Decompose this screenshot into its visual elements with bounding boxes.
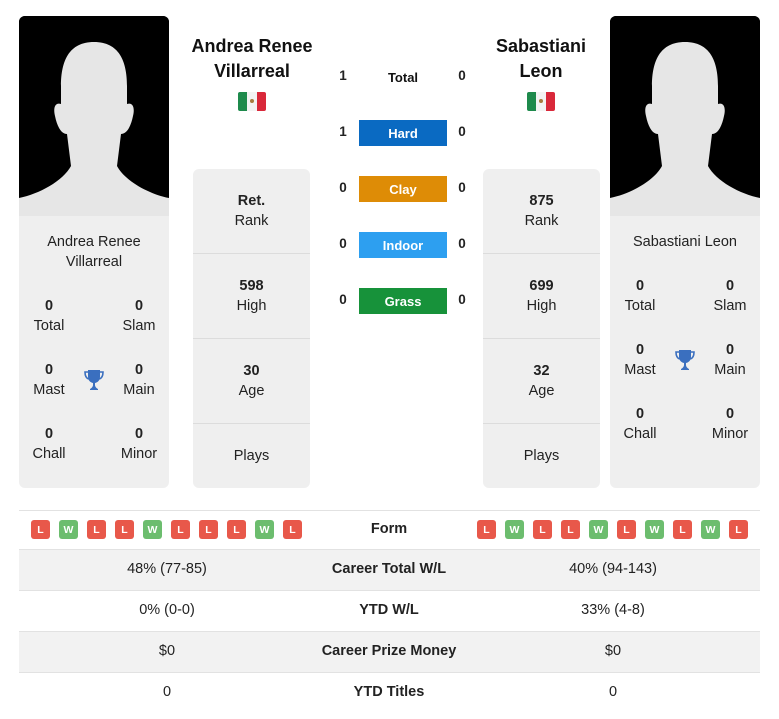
h2h-indoor-p1: 0	[339, 236, 347, 251]
comparison-row-ytd-wl: 0% (0-0) YTD W/L 33% (4-8)	[19, 590, 760, 631]
prize-money-label: Career Prize Money	[321, 643, 457, 659]
surface-clay-badge[interactable]: Clay	[359, 176, 447, 202]
player1-card-name[interactable]: Andrea Renee Villarreal	[19, 232, 169, 272]
h2h-total-row: 1 Total 0	[330, 64, 470, 90]
player1-high: 598 High	[193, 254, 310, 339]
player2-titles-main: 0 Main	[714, 342, 746, 378]
form-win-badge[interactable]: W	[645, 520, 664, 539]
player1-name-heading[interactable]: Andrea Renee Villarreal	[187, 34, 317, 84]
form-loss-badge[interactable]: L	[31, 520, 50, 539]
form-win-badge[interactable]: W	[505, 520, 524, 539]
form-win-badge[interactable]: W	[589, 520, 608, 539]
h2h-total-label: Total	[387, 69, 419, 85]
player2-titles-chall: 0 Chall	[623, 406, 657, 442]
h2h-grass-p1: 0	[339, 292, 347, 307]
player1-stats: Ret. Rank 598 High 30 Age Plays	[193, 169, 310, 488]
form-loss-badge[interactable]: L	[283, 520, 302, 539]
surface-hard-badge[interactable]: Hard	[359, 120, 447, 146]
form-loss-badge[interactable]: L	[171, 520, 190, 539]
h2h-grass-row: 0 Grass 0	[330, 288, 470, 314]
surface-grass-badge[interactable]: Grass	[359, 288, 447, 314]
player1-card: Andrea Renee Villarreal 0 Total 0 Slam 0 Ma…	[19, 216, 169, 488]
h2h-indoor-p2: 0	[458, 236, 466, 251]
player2-ytd-wl: 33% (4-8)	[581, 602, 645, 618]
player1-titles-chall: 0 Chall	[32, 426, 66, 462]
player1-titles-mast: 0 Mast	[33, 362, 65, 398]
player1-titles-total: 0 Total	[33, 298, 65, 334]
form-label: Form	[370, 521, 408, 537]
h2h-hard-p2: 0	[458, 124, 466, 139]
player1-prize-money: $0	[158, 643, 176, 659]
player2-card-name[interactable]: Sabastiani Leon	[610, 232, 760, 252]
player2-career-wl: 40% (94-143)	[569, 561, 657, 577]
player2-titles-mast: 0 Mast	[624, 342, 656, 378]
form-win-badge[interactable]: W	[701, 520, 720, 539]
form-win-badge[interactable]: W	[59, 520, 78, 539]
surface-indoor-badge[interactable]: Indoor	[359, 232, 447, 258]
player-silhouette-icon	[19, 16, 169, 216]
comparison-row-prize-money: $0 Career Prize Money $0	[19, 631, 760, 672]
mexico-flag-icon	[238, 92, 266, 111]
form-loss-badge[interactable]: L	[533, 520, 552, 539]
form-loss-badge[interactable]: L	[673, 520, 692, 539]
form-loss-badge[interactable]: L	[227, 520, 246, 539]
player1-photo	[19, 16, 169, 216]
player1-rank: Ret. Rank	[193, 169, 310, 254]
player-silhouette-icon	[610, 16, 760, 216]
player1-age: 30 Age	[193, 339, 310, 424]
player1-ytd-wl: 0% (0-0)	[139, 602, 195, 618]
ytd-titles-label: YTD Titles	[353, 684, 425, 700]
h2h-hard-row: 1 Hard 0	[330, 120, 470, 146]
player2-age: 32 Age	[483, 339, 600, 424]
player1-form: LWLLWLLLWL	[31, 520, 302, 539]
player2-card: Sabastiani Leon 0 Total 0 Slam 0 Mast 0 Main…	[610, 216, 760, 488]
player1-titles-slam: 0 Slam	[122, 298, 156, 334]
player1-plays: Plays	[233, 448, 270, 464]
h2h-clay-row: 0 Clay 0	[330, 176, 470, 202]
form-row: LWLLWLLLWL Form LWLLWLWLWL	[19, 510, 760, 549]
h2h-grass-p2: 0	[458, 292, 466, 307]
form-win-badge[interactable]: W	[255, 520, 274, 539]
player2-stats: 875 Rank 699 High 32 Age Plays	[483, 169, 600, 488]
player2-name-heading[interactable]: Sabastiani Leon	[476, 34, 606, 84]
player1-ytd-titles: 0	[162, 684, 172, 700]
form-loss-badge[interactable]: L	[115, 520, 134, 539]
career-wl-label: Career Total W/L	[331, 561, 447, 577]
player1-titles-minor: 0 Minor	[120, 426, 158, 462]
player2-form: LWLLWLWLWL	[477, 520, 748, 539]
h2h-indoor-row: 0 Indoor 0	[330, 232, 470, 258]
player2-titles-total: 0 Total	[624, 278, 656, 314]
player2-prize-money: $0	[604, 643, 622, 659]
player2-photo	[610, 16, 760, 216]
form-loss-badge[interactable]: L	[199, 520, 218, 539]
form-loss-badge[interactable]: L	[729, 520, 748, 539]
player2-high: 699 High	[483, 254, 600, 339]
h2h-clay-p1: 0	[339, 180, 347, 195]
comparison-row-ytd-titles: 0 YTD Titles 0	[19, 672, 760, 713]
player1-career-wl: 48% (77-85)	[127, 561, 207, 577]
h2h-total-p1: 1	[339, 68, 347, 83]
player2-titles-slam: 0 Slam	[713, 278, 747, 314]
h2h-hard-p1: 1	[339, 124, 347, 139]
comparison-row-career-wl: 48% (77-85) Career Total W/L 40% (94-143…	[19, 549, 760, 590]
player2-titles-minor: 0 Minor	[711, 406, 749, 442]
form-loss-badge[interactable]: L	[477, 520, 496, 539]
trophy-icon	[675, 350, 695, 370]
h2h-total-p2: 0	[458, 68, 466, 83]
player2-ytd-titles: 0	[608, 684, 618, 700]
h2h-clay-p2: 0	[458, 180, 466, 195]
player2-plays: Plays	[523, 448, 560, 464]
trophy-icon	[84, 370, 104, 390]
form-loss-badge[interactable]: L	[561, 520, 580, 539]
ytd-wl-label: YTD W/L	[359, 602, 419, 618]
mexico-flag-icon	[527, 92, 555, 111]
form-loss-badge[interactable]: L	[617, 520, 636, 539]
form-win-badge[interactable]: W	[143, 520, 162, 539]
form-loss-badge[interactable]: L	[87, 520, 106, 539]
player2-rank: 875 Rank	[483, 169, 600, 254]
player1-titles-main: 0 Main	[123, 362, 155, 398]
